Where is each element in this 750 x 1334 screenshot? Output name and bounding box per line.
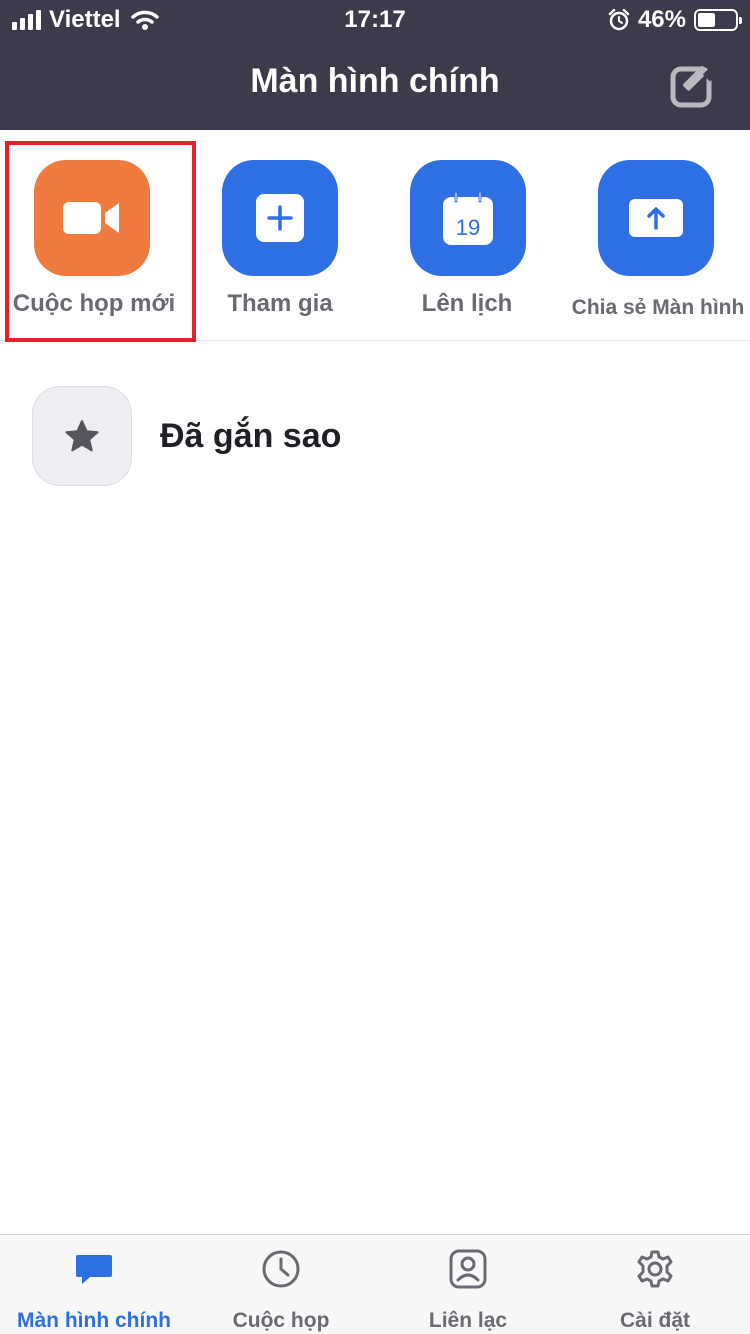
- plus-icon: [256, 194, 304, 242]
- battery-percent: 46%: [637, 6, 686, 33]
- status-right: 46%: [608, 6, 742, 34]
- contact-icon: [449, 1249, 487, 1289]
- share-upload-icon: [629, 199, 683, 237]
- tab-contacts[interactable]: Liên lạc: [374, 1235, 562, 1334]
- page-title: Màn hình chính: [250, 62, 500, 100]
- tab-bar: Màn hình chính Cuộc họp Liên lạc Cài đặt: [0, 1234, 750, 1334]
- schedule-tile[interactable]: 19: [410, 160, 526, 276]
- schedule-label: Lên lịch: [421, 290, 513, 317]
- tab-meetings[interactable]: Cuộc họp: [187, 1235, 375, 1334]
- tab-settings-label: Cài đặt: [619, 1309, 690, 1332]
- quick-actions: Cuộc họp mới Tham gia 19 Lên lịch Chia s…: [0, 130, 750, 342]
- calendar-day: 19: [456, 215, 480, 240]
- schedule-button[interactable]: 19 Lên lịch: [373, 130, 561, 341]
- clock-icon: [262, 1250, 300, 1288]
- star-icon: [65, 420, 99, 452]
- chat-bubble-icon: [76, 1255, 112, 1284]
- join-tile[interactable]: [222, 160, 338, 276]
- share-screen-button[interactable]: Chia sẻ Màn hình: [562, 130, 750, 341]
- calendar-icon: 19: [443, 191, 493, 245]
- top-header: Viettel 17:17 46% Màn hình chính: [0, 0, 750, 130]
- tab-home[interactable]: Màn hình chính: [0, 1235, 188, 1334]
- edit-compose-icon[interactable]: [668, 60, 718, 110]
- tab-settings[interactable]: Cài đặt: [561, 1235, 749, 1334]
- join-button[interactable]: Tham gia: [186, 130, 374, 341]
- tab-contacts-label: Liên lạc: [428, 1309, 508, 1332]
- starred-label: Đã gắn sao: [160, 417, 342, 455]
- share-screen-tile[interactable]: [598, 160, 714, 276]
- share-screen-label: Chia sẻ Màn hình: [571, 296, 745, 319]
- highlight-box: [5, 141, 196, 342]
- starred-tile[interactable]: [32, 386, 132, 486]
- starred-row[interactable]: Đã gắn sao: [0, 341, 750, 486]
- gear-icon: [637, 1250, 673, 1288]
- tab-meetings-label: Cuộc họp: [232, 1309, 330, 1332]
- status-bar: Viettel 17:17 46%: [0, 0, 750, 40]
- alarm-icon: [608, 9, 630, 31]
- battery-icon: [694, 9, 742, 31]
- join-label: Tham gia: [227, 290, 333, 317]
- tab-home-label: Màn hình chính: [17, 1309, 171, 1332]
